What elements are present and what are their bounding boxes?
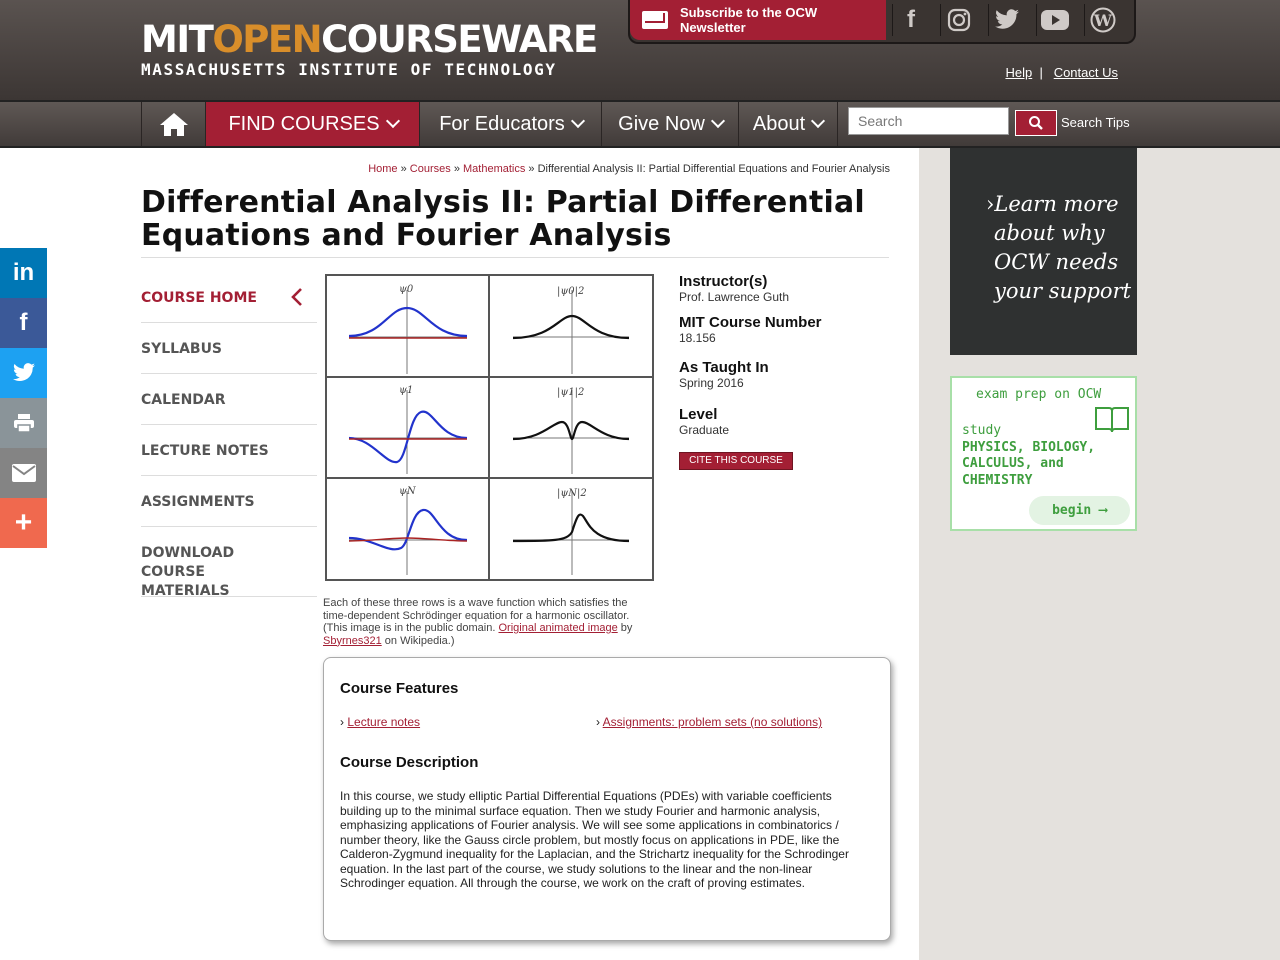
home-icon — [160, 113, 188, 136]
fig-label-psi1-sq: |ψ1|2 — [557, 387, 584, 398]
image-caption: Each of these three rows is a wave funct… — [323, 597, 633, 647]
chevron-right-icon: › — [596, 715, 600, 729]
give-now-menu[interactable]: Give Now — [601, 102, 739, 146]
arrow-right-icon: ⟶ — [1099, 503, 1107, 518]
find-courses-menu[interactable]: FIND COURSES — [205, 102, 420, 146]
linkedin-icon[interactable]: in — [0, 248, 47, 298]
header-links: Help | Contact Us — [1005, 65, 1118, 80]
taught-in-value: Spring 2016 — [679, 376, 744, 390]
fig-label-psin: ψN — [399, 486, 417, 497]
book-icon — [1095, 407, 1129, 433]
instagram-icon[interactable] — [940, 4, 977, 36]
left-nav-syllabus[interactable]: SYLLABUS — [141, 323, 317, 374]
logo-subtitle: MASSACHUSETTS INSTITUTE OF TECHNOLOGY — [141, 60, 557, 79]
course-description: In this course, we study elliptic Partia… — [340, 789, 849, 890]
exam-prep-promo[interactable]: exam prep on OCW study PHYSICS, BIOLOGY,… — [950, 376, 1137, 531]
support-ocw-promo[interactable]: ›Learn more about why OCW needs your sup… — [950, 148, 1137, 355]
fig-label-psi1: ψ1 — [399, 385, 413, 396]
promo-line-3: OCW needs — [994, 250, 1119, 274]
chevron-down-icon — [811, 113, 826, 129]
chevron-down-icon — [385, 113, 400, 129]
author-link[interactable]: Sbyrnes321 — [323, 635, 382, 647]
wavefunction-figure: ψ0 |ψ0|2 ψ1 |ψ1|2 ψN |ψN|2 — [327, 276, 652, 579]
left-nav-assignments[interactable]: ASSIGNMENTS — [141, 476, 317, 527]
logo-courseware: COURSEWARE — [321, 18, 598, 61]
breadcrumb-courses[interactable]: Courses — [410, 163, 451, 175]
course-description-heading: Course Description — [340, 754, 479, 771]
link-separator: | — [1035, 65, 1051, 80]
facebook-icon[interactable]: f — [892, 4, 929, 36]
youtube-icon[interactable] — [1036, 4, 1073, 36]
original-image-link[interactable]: Original animated image — [498, 622, 617, 634]
more-icon[interactable]: + — [0, 498, 47, 548]
about-label: About — [752, 113, 806, 135]
about-menu[interactable]: About — [738, 102, 838, 146]
taught-in-label: As Taught In — [679, 359, 769, 376]
level-label: Level — [679, 406, 718, 423]
instructor-label: Instructor(s) — [679, 273, 768, 290]
course-number-value: 18.156 — [679, 331, 716, 345]
print-icon[interactable] — [0, 398, 47, 448]
breadcrumb-current: Differential Analysis II: Partial Differ… — [537, 163, 890, 175]
chevron-right-icon: › — [340, 715, 344, 729]
ocw-logo[interactable]: MITOPENCOURSEWARE — [141, 18, 598, 61]
chevron-down-icon — [710, 113, 725, 129]
give-now-label: Give Now — [618, 113, 705, 135]
fig-label-psi0-sq: |ψ0|2 — [557, 286, 584, 297]
twitter-icon[interactable] — [988, 4, 1025, 36]
exam-prep-heading: exam prep on OCW — [976, 387, 1102, 402]
for-educators-menu[interactable]: For Educators — [419, 102, 602, 146]
main-nav: FIND COURSES For Educators Give Now Abou… — [0, 102, 1280, 148]
for-educators-label: For Educators — [439, 113, 565, 135]
chevron-left-icon — [291, 288, 302, 306]
chevron-down-icon — [570, 113, 585, 129]
facebook-icon[interactable]: f — [0, 298, 47, 348]
breadcrumb-home[interactable]: Home — [368, 163, 397, 175]
breadcrumb: Home » Courses » Mathematics » Different… — [368, 163, 890, 175]
search-icon — [1029, 116, 1043, 130]
envelope-icon — [642, 11, 668, 29]
home-nav-button[interactable] — [141, 102, 206, 146]
lecture-notes-link[interactable]: Lecture notes — [347, 715, 420, 729]
level-value: Graduate — [679, 423, 730, 437]
cite-course-button[interactable]: CITE THIS COURSE — [679, 452, 793, 470]
promo-line-1: ›Learn more — [986, 192, 1119, 216]
site-header: MITOPENCOURSEWARE MASSACHUSETTS INSTITUT… — [0, 0, 1280, 102]
search-tips-link[interactable]: Search Tips — [1061, 115, 1130, 130]
assignments-link[interactable]: Assignments: problem sets (no solutions) — [603, 715, 822, 729]
fig-label-psi0: ψ0 — [399, 284, 414, 295]
subscribe-newsletter-button[interactable]: Subscribe to the OCW Newsletter — [630, 0, 886, 40]
wordpress-icon[interactable]: W — [1084, 4, 1121, 36]
begin-button[interactable]: begin ⟶ — [1029, 496, 1130, 525]
logo-mit: MIT — [141, 18, 214, 61]
feature-lecture-notes: › Lecture notes — [340, 715, 420, 729]
fig-label-psin-sq: |ψN|2 — [557, 488, 587, 499]
breadcrumb-mathematics[interactable]: Mathematics — [463, 163, 525, 175]
course-features-heading: Course Features — [340, 680, 459, 697]
svg-text:W: W — [1093, 11, 1113, 30]
email-icon[interactable] — [0, 448, 47, 498]
find-courses-label: FIND COURSES — [228, 113, 380, 135]
left-nav-calendar[interactable]: CALENDAR — [141, 374, 317, 425]
logo-open: OPEN — [212, 18, 322, 61]
subscribe-label: Subscribe to the OCW Newsletter — [679, 5, 818, 35]
course-image: ψ0 |ψ0|2 ψ1 |ψ1|2 ψN |ψN|2 — [325, 274, 654, 581]
contact-us-link[interactable]: Contact Us — [1054, 65, 1118, 80]
search-input[interactable]: Search — [848, 107, 1009, 135]
exam-prep-subjects: study PHYSICS, BIOLOGY, CALCULUS, and CH… — [962, 423, 1096, 488]
course-features-box: Course Features › Lecture notes › Assign… — [323, 657, 891, 941]
feature-assignments: › Assignments: problem sets (no solution… — [596, 715, 822, 729]
help-link[interactable]: Help — [1005, 65, 1032, 80]
left-nav-download[interactable]: DOWNLOAD COURSE MATERIALS — [141, 527, 317, 599]
left-nav-lecture-notes[interactable]: LECTURE NOTES — [141, 425, 317, 476]
social-bar: Subscribe to the OCW Newsletter f W — [628, 0, 1136, 44]
promo-line-2: about why — [994, 221, 1105, 245]
left-nav-course-home[interactable]: COURSE HOME — [141, 274, 317, 323]
course-number-label: MIT Course Number — [679, 314, 822, 331]
page-title: Differential Analysis II: Partial Differ… — [141, 186, 889, 258]
instructor-value: Prof. Lawrence Guth — [679, 290, 790, 304]
promo-line-4: your support — [994, 279, 1132, 303]
search-button[interactable] — [1015, 110, 1057, 136]
twitter-icon[interactable] — [0, 348, 47, 398]
